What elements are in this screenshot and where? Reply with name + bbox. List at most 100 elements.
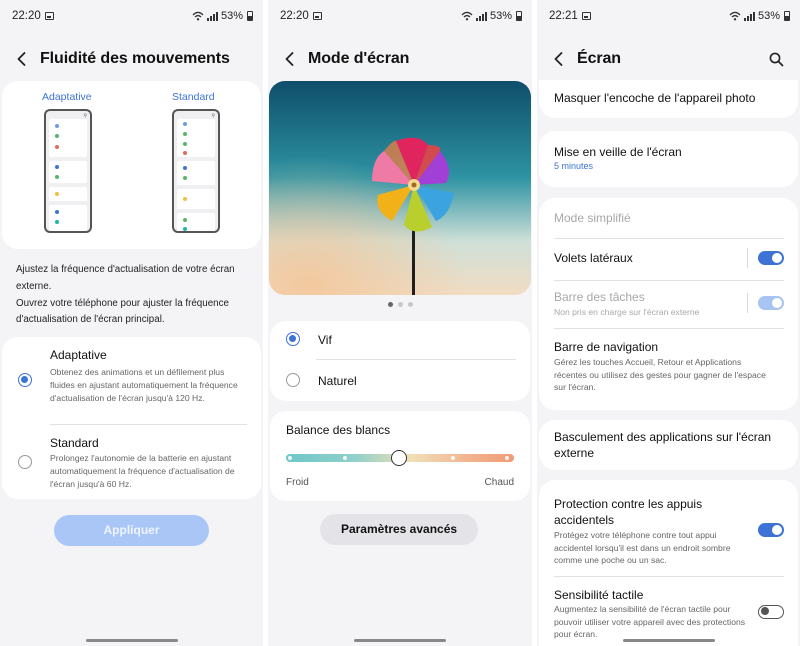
edge-panels-toggle[interactable]	[758, 251, 784, 265]
radio-standard[interactable]	[18, 455, 32, 469]
touch-sensitivity-description: Augmentez la sensibilité de l'écran tact…	[554, 604, 746, 639]
battery-icon	[247, 11, 253, 21]
pinwheel-preview-image[interactable]	[269, 81, 531, 295]
mode-natural-label: Naturel	[318, 374, 357, 388]
back-button[interactable]	[282, 48, 296, 70]
divider	[554, 280, 784, 281]
home-indicator[interactable]	[622, 639, 715, 642]
standard-phone-illustration: ⚲	[172, 109, 220, 233]
battery-icon	[784, 11, 790, 21]
white-balance-title: Balance des blancs	[286, 423, 391, 437]
touch-sensitivity-toggle[interactable]	[758, 605, 784, 619]
slider-tick	[451, 456, 455, 460]
motion-smoothness-screen: 22:20 53% Fluidité des mouvements Adapta…	[0, 0, 263, 646]
app-bar: Fluidité des mouvements	[0, 42, 263, 76]
easy-mode-label: Mode simplifié	[554, 211, 631, 225]
pinwheel-illustration	[269, 81, 531, 295]
slider-tick	[343, 456, 347, 460]
status-time: 22:21	[549, 10, 578, 22]
screen-mode-options: Vif Naturel	[270, 321, 530, 401]
back-arrow-icon	[285, 52, 293, 66]
refresh-rate-options: Adaptative Obtenez des animations et un …	[2, 337, 261, 499]
advanced-settings-button[interactable]: Paramètres avancés	[320, 514, 478, 545]
divider	[554, 328, 784, 329]
screen-timeout-item[interactable]: Mise en veille de l'écran 5 minutes	[539, 131, 798, 187]
preview-label-standard: Standard	[172, 91, 215, 103]
preview-label-adaptive: Adaptative	[42, 91, 92, 103]
taskbar-description: Non pris en charge sur l'écran externe	[554, 307, 700, 317]
status-time: 22:20	[12, 10, 41, 22]
signal-icon	[475, 11, 487, 21]
back-button[interactable]	[551, 48, 565, 70]
page-title: Fluidité des mouvements	[40, 50, 230, 67]
page-title: Mode d'écran	[308, 50, 410, 67]
home-indicator[interactable]	[85, 639, 178, 642]
refresh-rate-preview: Adaptative Standard ⚲ ⚲	[2, 81, 261, 249]
option-adaptive-desc: Obtenez des animations et un défilement …	[50, 367, 238, 403]
app-switch-external-label: Basculement des applications sur l'écran…	[554, 430, 772, 460]
app-bar: Mode d'écran	[268, 42, 532, 76]
touch-options-group: Protection contre les appuis accidentels…	[539, 480, 798, 646]
search-icon	[769, 52, 783, 66]
hide-camera-notch-label: Masquer l'encoche de l'appareil photo	[554, 91, 756, 105]
accidental-touch-toggle[interactable]	[758, 523, 784, 537]
option-standard-desc: Prolongez l'autonomie de la batterie en …	[50, 453, 235, 489]
apply-button[interactable]: Appliquer	[54, 515, 209, 546]
navigation-bar-description: Gérez les touches Accueil, Retour et App…	[554, 357, 766, 392]
slider-tick	[505, 456, 509, 460]
divider	[316, 359, 516, 360]
carousel-dot	[387, 302, 393, 307]
taskbar-toggle[interactable]	[758, 296, 784, 310]
divider	[554, 238, 784, 239]
taskbar-label: Barre des tâches	[554, 290, 645, 304]
toggle-divider	[747, 248, 748, 268]
option-adaptive-title: Adaptative	[50, 348, 107, 362]
app-switch-external-item[interactable]: Basculement des applications sur l'écran…	[539, 420, 798, 470]
carousel-dot	[397, 302, 403, 307]
status-bar: 22:20 53%	[268, 0, 532, 32]
edge-panels-label: Volets latéraux	[554, 251, 633, 265]
radio-natural[interactable]	[286, 373, 300, 387]
touch-sensitivity-label: Sensibilité tactile	[554, 588, 644, 602]
divider	[50, 424, 247, 425]
mode-vivid-label: Vif	[318, 333, 332, 347]
signal-icon	[206, 11, 218, 21]
divider	[554, 576, 784, 577]
hide-camera-notch-item[interactable]: Masquer l'encoche de l'appareil photo	[539, 80, 798, 118]
screen-timeout-value: 5 minutes	[554, 161, 594, 171]
battery-percent: 53%	[757, 10, 780, 22]
battery-icon	[516, 11, 522, 21]
radio-adaptive[interactable]	[18, 373, 32, 387]
status-bar: 22:21 53%	[537, 0, 800, 32]
battery-percent: 53%	[220, 10, 243, 22]
back-button[interactable]	[14, 48, 28, 70]
description-line-2: Ouvrez votre téléphone pour ajuster la f…	[16, 297, 229, 326]
screen-timeout-label: Mise en veille de l'écran	[554, 145, 682, 159]
toggle-divider	[747, 293, 748, 313]
adaptive-phone-illustration: ⚲	[44, 109, 92, 233]
page-title: Écran	[577, 50, 621, 67]
back-arrow-icon	[554, 52, 562, 66]
screen-mode-screen: 22:20 53% Mode d'écran Vif Naturel Balan…	[268, 0, 532, 646]
accidental-touch-label: Protection contre les appuis accidentels	[554, 497, 703, 527]
gallery-notification-icon	[581, 12, 591, 20]
description-line-1: Ajustez la fréquence d'actualisation de …	[16, 264, 235, 292]
search-button[interactable]	[766, 49, 786, 69]
app-bar: Écran	[537, 42, 800, 76]
battery-percent: 53%	[489, 10, 512, 22]
refresh-rate-description: Ajustez la fréquence d'actualisation de …	[16, 262, 249, 329]
carousel-indicator	[268, 302, 532, 307]
carousel-dot	[407, 302, 413, 307]
accidental-touch-description: Protégez votre téléphone contre tout app…	[554, 530, 731, 565]
display-settings-screen: 22:21 53% Écran Masquer l'encoche de l'a…	[537, 0, 800, 646]
home-indicator[interactable]	[354, 639, 446, 642]
radio-vivid[interactable]	[286, 332, 300, 346]
navigation-bar-label: Barre de navigation	[554, 340, 659, 354]
white-balance-slider-thumb[interactable]	[391, 450, 407, 466]
wifi-icon	[461, 11, 473, 21]
display-options-group: Mode simplifié Volets latéraux Barre des…	[539, 198, 798, 410]
gallery-notification-icon	[312, 12, 322, 20]
white-balance-min-label: Froid	[286, 477, 309, 488]
wifi-icon	[192, 11, 204, 21]
status-time: 22:20	[280, 10, 309, 22]
